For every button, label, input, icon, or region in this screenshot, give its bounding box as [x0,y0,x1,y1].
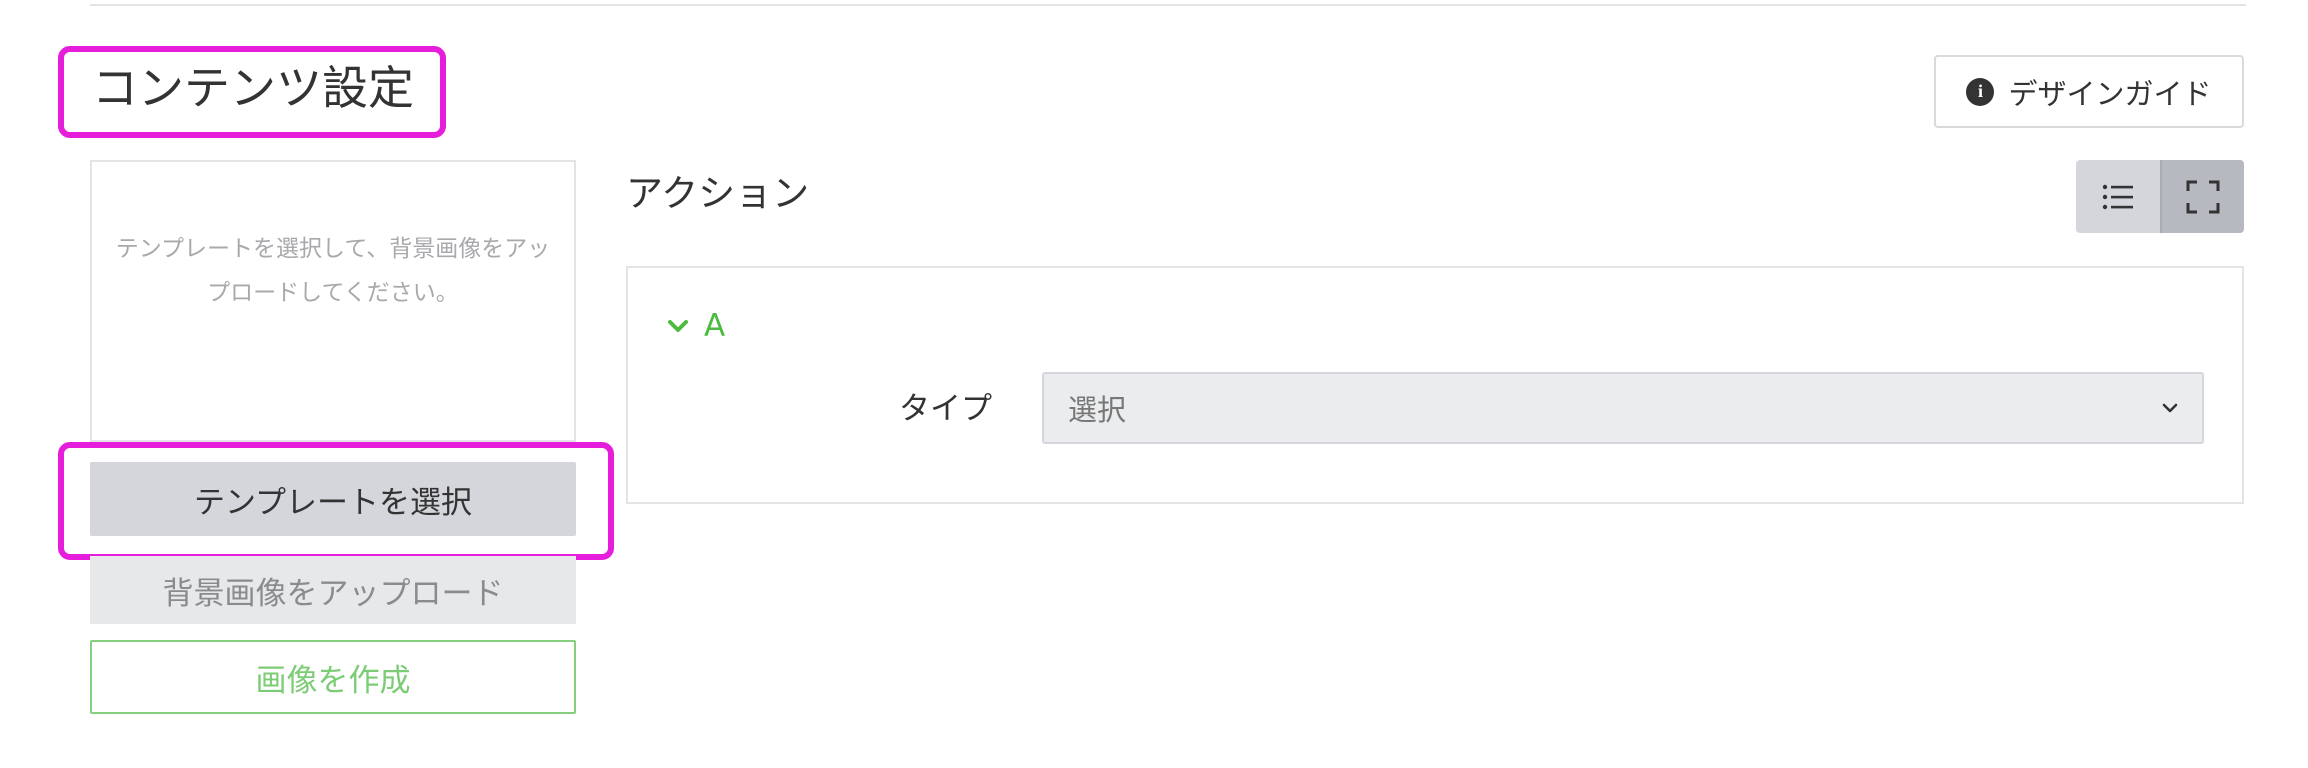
list-view-button[interactable] [2076,160,2160,233]
info-icon: i [1966,77,1995,106]
action-accordion-toggle[interactable]: A [668,304,725,348]
preview-placeholder-line1: テンプレートを選択して、背景画像をアッ [115,236,551,262]
template-preview: テンプレートを選択して、背景画像をアッ プロードしてください。 [90,160,576,442]
chevron-down-icon [668,320,688,332]
design-guide-button[interactable]: i デザインガイド [1934,55,2244,128]
fullscreen-view-button[interactable] [2160,160,2244,233]
action-title: アクション [626,172,810,215]
type-label-wrap: タイプ [628,386,992,432]
action-accordion-label: A [704,308,726,344]
create-image-button[interactable]: 画像を作成 [90,640,576,714]
select-template-button[interactable]: テンプレートを選択 [90,462,576,536]
design-guide-label: デザインガイド [2008,76,2212,111]
type-label: タイプ [899,391,992,427]
list-icon [2102,184,2133,209]
type-select-value: 選択 [1068,393,1127,427]
top-divider [90,4,2246,6]
section-title: コンテンツ設定 [92,61,414,115]
preview-placeholder: テンプレートを選択して、背景画像をアッ プロードしてください。 [116,227,550,315]
preview-placeholder-line2: プロードしてください。 [207,280,459,306]
chevron-down-icon [2162,403,2178,413]
view-toggle [2076,160,2244,233]
fullscreen-icon [2186,180,2220,213]
action-panel: A タイプ 選択 [626,266,2244,504]
type-select[interactable]: 選択 [1042,372,2204,444]
upload-background-button[interactable]: 背景画像をアップロード [90,556,576,624]
